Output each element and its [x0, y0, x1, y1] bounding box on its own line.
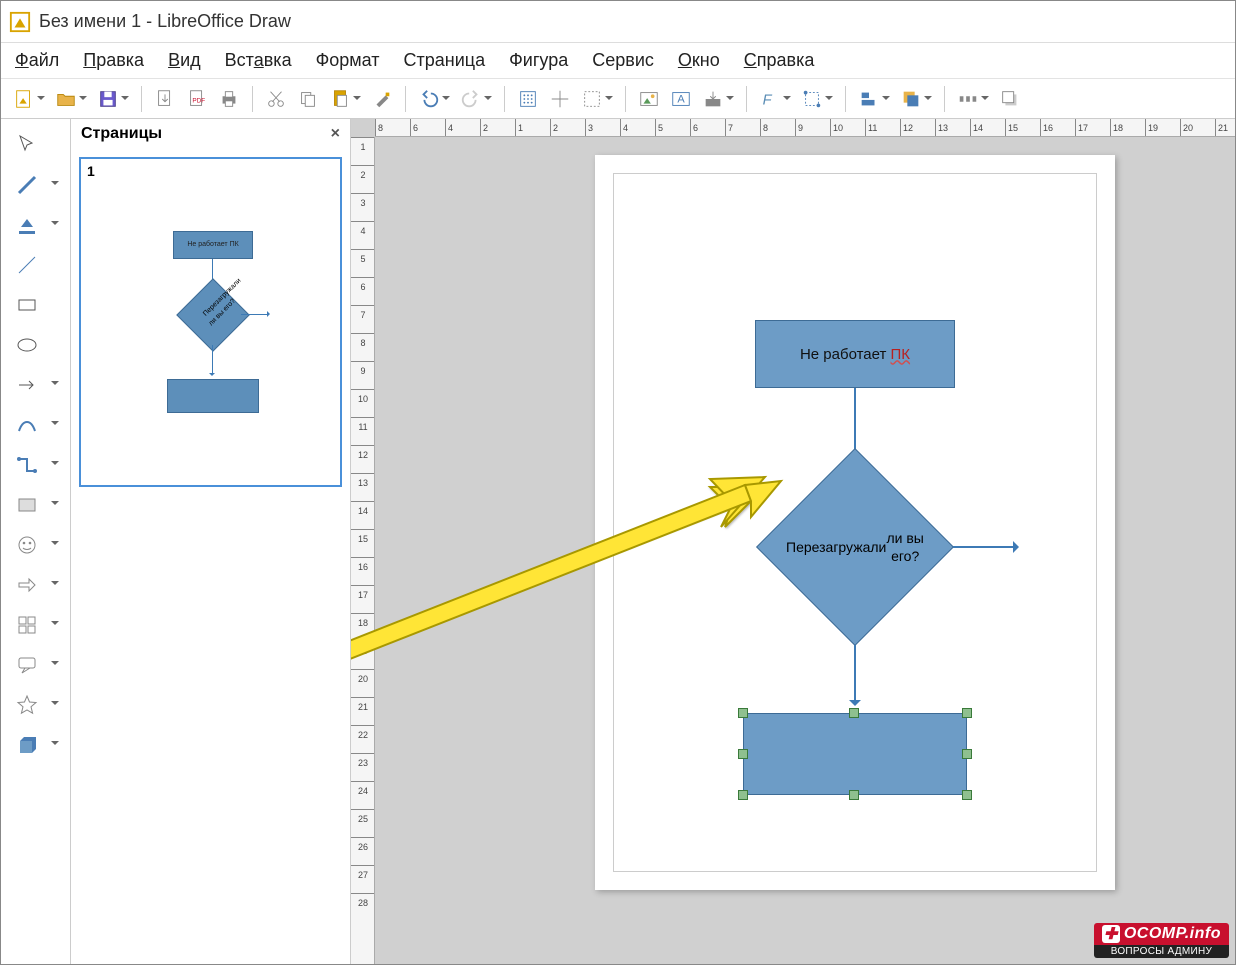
plus-icon: ✚	[1102, 925, 1120, 943]
menubar: Файл Правка Вид Вставка Формат Страница …	[1, 43, 1235, 79]
line-tool[interactable]	[7, 245, 65, 285]
grid-button[interactable]	[513, 84, 543, 114]
basic-shapes-tool[interactable]	[7, 485, 65, 525]
open-button[interactable]	[51, 84, 81, 114]
menu-window[interactable]: Окно	[678, 50, 720, 71]
insert-textbox-button[interactable]: A	[666, 84, 696, 114]
menu-tools[interactable]: Сервис	[592, 50, 654, 71]
menu-edit[interactable]: Правка	[83, 50, 144, 71]
window-title: Без имени 1 - LibreOffice Draw	[39, 11, 291, 32]
arrange-button[interactable]	[896, 84, 926, 114]
thumb-box1: Не работает ПК	[173, 231, 253, 259]
flowchart-tool[interactable]	[7, 605, 65, 645]
titlebar: Без имени 1 - LibreOffice Draw	[1, 1, 1235, 43]
app-icon	[9, 11, 31, 33]
pages-panel: Страницы × 1 Не работает ПК Перезагружал…	[71, 119, 351, 964]
connector-tool[interactable]	[7, 445, 65, 485]
thumb-box2	[167, 379, 259, 413]
insert-special-button[interactable]	[698, 84, 728, 114]
menu-view[interactable]: Вид	[168, 50, 201, 71]
flowchart-start-box[interactable]: Не работает ПК	[755, 320, 955, 388]
svg-text:F: F	[763, 92, 773, 108]
thumb-diamond: Перезагружалили вы его?	[176, 278, 250, 352]
left-toolbar	[1, 119, 71, 964]
shadow-button[interactable]	[995, 84, 1025, 114]
symbol-shapes-tool[interactable]	[7, 525, 65, 565]
canvas[interactable]: Не работает ПК Перезагружалили вы его?	[375, 137, 1235, 964]
callout-tool[interactable]	[7, 645, 65, 685]
vertical-ruler[interactable]: 1234567891011121314151617181920212223242…	[351, 137, 375, 964]
main-toolbar: PDF A F	[1, 79, 1235, 119]
pages-panel-title: Страницы	[81, 125, 162, 143]
ellipse-tool[interactable]	[7, 325, 65, 365]
align-button[interactable]	[854, 84, 884, 114]
flowchart-process-box-selected[interactable]	[743, 713, 967, 795]
page-number-label: 1	[87, 163, 95, 179]
block-arrows-tool[interactable]	[7, 565, 65, 605]
save-button[interactable]	[93, 84, 123, 114]
fontwork-button[interactable]: F	[755, 84, 785, 114]
undo-button[interactable]	[414, 84, 444, 114]
distribute-button[interactable]	[953, 84, 983, 114]
menu-shape[interactable]: Фигура	[509, 50, 568, 71]
menu-file[interactable]: Файл	[15, 50, 59, 71]
guides-button[interactable]	[577, 84, 607, 114]
paste-button[interactable]	[325, 84, 355, 114]
flowchart-decision-text: Перезагружалили вы его?	[786, 478, 924, 616]
redo-button[interactable]	[456, 84, 486, 114]
watermark: ✚OCOMP.info ВОПРОСЫ АДМИНУ	[1094, 923, 1229, 958]
3d-tool[interactable]	[7, 725, 65, 765]
menu-help[interactable]: Справка	[744, 50, 815, 71]
page-thumbnail-1[interactable]: 1 Не работает ПК Перезагружалили вы его?	[79, 157, 342, 487]
rectangle-tool[interactable]	[7, 285, 65, 325]
drawing-page[interactable]: Не работает ПК Перезагружалили вы его?	[595, 155, 1115, 890]
arrows-tool[interactable]	[7, 365, 65, 405]
insert-image-button[interactable]	[634, 84, 664, 114]
menu-page[interactable]: Страница	[404, 50, 486, 71]
menu-format[interactable]: Формат	[316, 50, 380, 71]
flowchart-start-text: Не работает ПК	[800, 346, 910, 363]
horizontal-ruler[interactable]: 8642123456789101112131415161718192021222…	[375, 119, 1235, 137]
svg-text:PDF: PDF	[192, 97, 205, 104]
export-button[interactable]	[150, 84, 180, 114]
curve-tool[interactable]	[7, 405, 65, 445]
new-doc-button[interactable]	[9, 84, 39, 114]
export-pdf-button[interactable]: PDF	[182, 84, 212, 114]
snap-guides-button[interactable]	[545, 84, 575, 114]
format-paintbrush-button[interactable]	[367, 84, 397, 114]
menu-insert[interactable]: Вставка	[225, 50, 292, 71]
print-button[interactable]	[214, 84, 244, 114]
line-color-tool[interactable]	[7, 165, 65, 205]
work-area: 8642123456789101112131415161718192021222…	[351, 119, 1235, 964]
svg-text:A: A	[677, 93, 685, 105]
copy-button[interactable]	[293, 84, 323, 114]
cut-button[interactable]	[261, 84, 291, 114]
fill-color-tool[interactable]	[7, 205, 65, 245]
stars-tool[interactable]	[7, 685, 65, 725]
select-tool[interactable]	[7, 125, 65, 165]
pages-panel-close-icon[interactable]: ×	[331, 125, 340, 143]
transform-button[interactable]	[797, 84, 827, 114]
